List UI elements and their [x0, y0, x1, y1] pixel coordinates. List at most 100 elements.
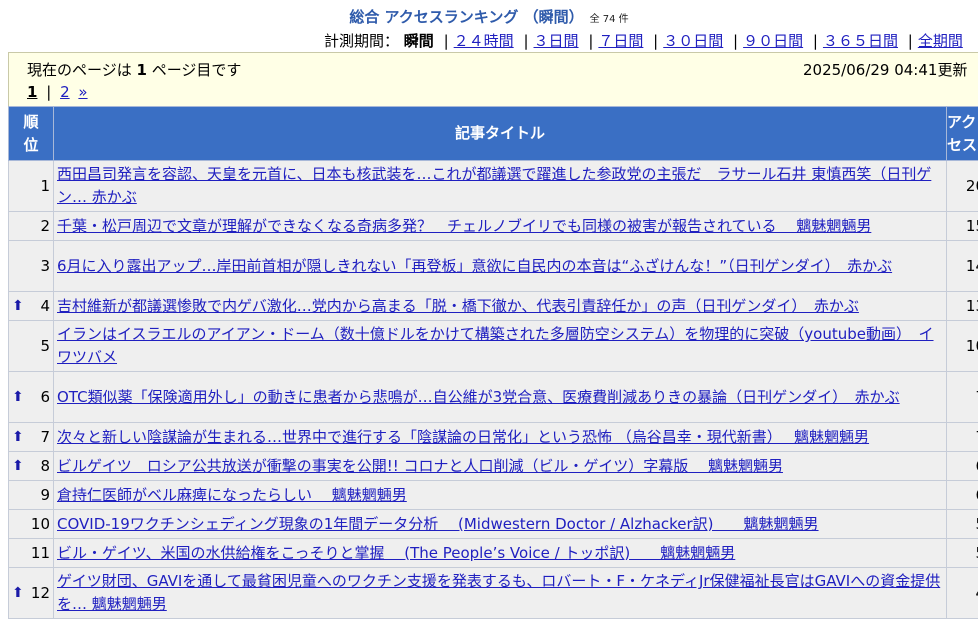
- table-header-row: 順位 記事タイトル アク セス: [8, 106, 978, 161]
- page-prefix: 現在のページは: [27, 61, 132, 79]
- rank-cell: ⬆ 12: [8, 567, 54, 619]
- page-header: 総合 アクセスランキング （瞬間） 全 74 件: [0, 6, 978, 27]
- period-link-all[interactable]: 全期間: [918, 32, 963, 50]
- table-row: 10 COVID-19ワクチンシェディング現象の1年間データ分析 (Midwest…: [8, 509, 978, 539]
- page-number: 1: [136, 61, 147, 79]
- access-count: 15: [946, 211, 978, 241]
- updated-timestamp: 2025/06/29 04:41更新: [803, 61, 968, 79]
- article-title-link[interactable]: 6月に入り露出アップ…岸田前首相が隠しきれない「再登板」意欲に自民内の本音は“ふ…: [57, 257, 892, 275]
- title-cell: ゲイツ財団、GAVIを通して最貧困児童へのワクチン支援を発表するも、ロバート・F…: [53, 567, 947, 619]
- separator: |: [653, 32, 659, 50]
- article-title-link[interactable]: COVID-19ワクチンシェディング現象の1年間データ分析 (Midwester…: [57, 515, 819, 533]
- pager-separator: |: [46, 83, 52, 101]
- title-cell: 倉持仁医師がベル麻痺になったらしい 魑魅魍魎男: [53, 480, 947, 510]
- rank-cell: ⬆ 7: [8, 422, 54, 452]
- title-cell: 千葉・松戸周辺で文章が理解ができなくなる奇病多発？ チェルノブイリでも同様の被害…: [53, 211, 947, 241]
- period-label: 計測期間：: [324, 32, 400, 50]
- rank-cell: 1: [8, 160, 54, 212]
- access-count: 5: [946, 509, 978, 539]
- rank-number: 9: [40, 486, 50, 504]
- article-title-link[interactable]: 千葉・松戸周辺で文章が理解ができなくなる奇病多発？ チェルノブイリでも同様の被害…: [57, 217, 871, 235]
- title-cell: ビル・ゲイツ、米国の水供給権をこっそりと掌握 (The People’s Voi…: [53, 538, 947, 568]
- article-title-link[interactable]: ビルゲイツ ロシア公共放送が衝撃の事実を公開!! コロナと人口削減（ビル・ゲイツ…: [57, 457, 783, 475]
- rank-number: 10: [30, 515, 50, 533]
- rank-number: 3: [40, 257, 50, 275]
- pagination: 1 | 2 »: [27, 83, 88, 101]
- table-row: 11 ビル・ゲイツ、米国の水供給権をこっそりと掌握 (The People’s V…: [8, 538, 978, 568]
- article-title-link[interactable]: ゲイツ財団、GAVIを通して最貧困児童へのワクチン支援を発表するも、ロバート・F…: [57, 572, 940, 613]
- title-cell: 西田昌司発言を容認、天皇を元首に、日本も核武装を…これが都議選で躍進した参政党の…: [53, 160, 947, 212]
- separator: |: [907, 32, 913, 50]
- title-cell: 吉村維新が都議選惨敗で内ゲバ激化…党内から高まる「脱・橋下徹か、代表引責辞任か」…: [53, 291, 947, 321]
- separator: |: [733, 32, 739, 50]
- rank-up-arrow-icon: ⬆: [12, 389, 24, 405]
- rank-up-arrow-icon: ⬆: [12, 585, 24, 601]
- title-cell: イランはイスラエルのアイアン・ドーム（数十億ドルをかけて構築された多層防空システ…: [53, 320, 947, 372]
- period-link-90d[interactable]: ９０日間: [743, 32, 803, 50]
- rank-cell: 11: [8, 538, 54, 568]
- rank-number: 8: [40, 457, 50, 475]
- period-link-7d[interactable]: ７日間: [598, 32, 643, 50]
- period-link-3d[interactable]: ３日間: [534, 32, 579, 50]
- table-row: ⬆ 12 ゲイツ財団、GAVIを通して最貧困児童へのワクチン支援を発表するも、ロバー…: [8, 567, 978, 619]
- separator: |: [812, 32, 818, 50]
- access-count: 14: [946, 240, 978, 292]
- table-row: ⬆ 8 ビルゲイツ ロシア公共放送が衝撃の事実を公開!! コロナと人口削減（ビル・ゲ…: [8, 451, 978, 481]
- rank-up-arrow-icon: ⬆: [12, 458, 24, 474]
- table-row: 9 倉持仁医師がベル麻痺になったらしい 魑魅魍魎男 6: [8, 480, 978, 510]
- rank-up-arrow-icon: ⬆: [12, 298, 24, 314]
- column-header-title: 記事タイトル: [53, 106, 947, 161]
- title-cell: 次々と新しい陰謀論が生まれる…世界中で進行する「陰謀論の日常化」という恐怖 （烏…: [53, 422, 947, 452]
- article-title-link[interactable]: 吉村維新が都議選惨敗で内ゲバ激化…党内から高まる「脱・橋下徹か、代表引責辞任か」…: [57, 297, 859, 315]
- table-row: 3 6月に入り露出アップ…岸田前首相が隠しきれない「再登板」意欲に自民内の本音は“…: [8, 240, 978, 292]
- rank-cell: ⬆ 8: [8, 451, 54, 481]
- page-title: 総合 アクセスランキング （瞬間）: [349, 8, 584, 26]
- access-count: 13: [946, 291, 978, 321]
- total-count: 全 74 件: [589, 14, 629, 25]
- article-title-link[interactable]: 次々と新しい陰謀論が生まれる…世界中で進行する「陰謀論の日常化」という恐怖 （烏…: [57, 428, 869, 446]
- article-title-link[interactable]: OTC類似薬「保険適用外し」の動きに患者から悲鳴が…自公維が3党合意、医療費削減…: [57, 388, 900, 406]
- ranking-table: 順位 記事タイトル アク セス 1 西田昌司発言を容認、天皇を元首に、日本も核武装を…: [8, 106, 978, 619]
- period-current: 瞬間: [403, 32, 434, 50]
- rank-cell: 3: [8, 240, 54, 292]
- article-title-link[interactable]: イランはイスラエルのアイアン・ドーム（数十億ドルをかけて構築された多層防空システ…: [57, 325, 934, 366]
- access-count: 6: [946, 480, 978, 510]
- access-count: 7: [946, 371, 978, 423]
- access-count: 10: [946, 320, 978, 372]
- table-row: ⬆ 7 次々と新しい陰謀論が生まれる…世界中で進行する「陰謀論の日常化」という恐怖 …: [8, 422, 978, 452]
- pager-next-arrow[interactable]: »: [78, 83, 87, 101]
- table-row: 1 西田昌司発言を容認、天皇を元首に、日本も核武装を…これが都議選で躍進した参政党…: [8, 160, 978, 212]
- article-title-link[interactable]: 倉持仁医師がベル麻痺になったらしい 魑魅魍魎男: [57, 486, 407, 504]
- rank-number: 5: [40, 337, 50, 355]
- rank-number: 1: [40, 177, 50, 195]
- title-cell: ビルゲイツ ロシア公共放送が衝撃の事実を公開!! コロナと人口削減（ビル・ゲイツ…: [53, 451, 947, 481]
- pager-page-2[interactable]: 2: [60, 83, 70, 101]
- period-link-30d[interactable]: ３０日間: [663, 32, 723, 50]
- column-header-rank: 順位: [8, 106, 54, 161]
- page-suffix: ページ目です: [151, 61, 242, 79]
- rank-cell: 10: [8, 509, 54, 539]
- period-link-365d[interactable]: ３６５日間: [823, 32, 898, 50]
- access-count: 20: [946, 160, 978, 212]
- rank-cell: ⬆ 6: [8, 371, 54, 423]
- rank-number: 6: [40, 388, 50, 406]
- rank-cell: 5: [8, 320, 54, 372]
- access-count: 4: [946, 567, 978, 619]
- separator: |: [588, 32, 594, 50]
- rank-number: 12: [30, 584, 50, 602]
- pager-current-page: 1: [27, 83, 38, 101]
- rank-cell: 2: [8, 211, 54, 241]
- table-row: ⬆ 6 OTC類似薬「保険適用外し」の動きに患者から悲鳴が…自公維が3党合意、医療費…: [8, 371, 978, 423]
- period-link-24h[interactable]: ２４時間: [454, 32, 514, 50]
- separator: |: [443, 32, 449, 50]
- rank-number: 11: [30, 544, 50, 562]
- access-count: 5: [946, 538, 978, 568]
- rank-cell: ⬆ 4: [8, 291, 54, 321]
- article-title-link[interactable]: ビル・ゲイツ、米国の水供給権をこっそりと掌握 (The People’s Voi…: [57, 544, 735, 562]
- rank-number: 2: [40, 217, 50, 235]
- title-cell: 6月に入り露出アップ…岸田前首相が隠しきれない「再登板」意欲に自民内の本音は“ふ…: [53, 240, 947, 292]
- rank-number: 4: [40, 297, 50, 315]
- rank-up-arrow-icon: ⬆: [12, 429, 24, 445]
- article-title-link[interactable]: 西田昌司発言を容認、天皇を元首に、日本も核武装を…これが都議選で躍進した参政党の…: [57, 165, 931, 206]
- rank-number: 7: [40, 428, 50, 446]
